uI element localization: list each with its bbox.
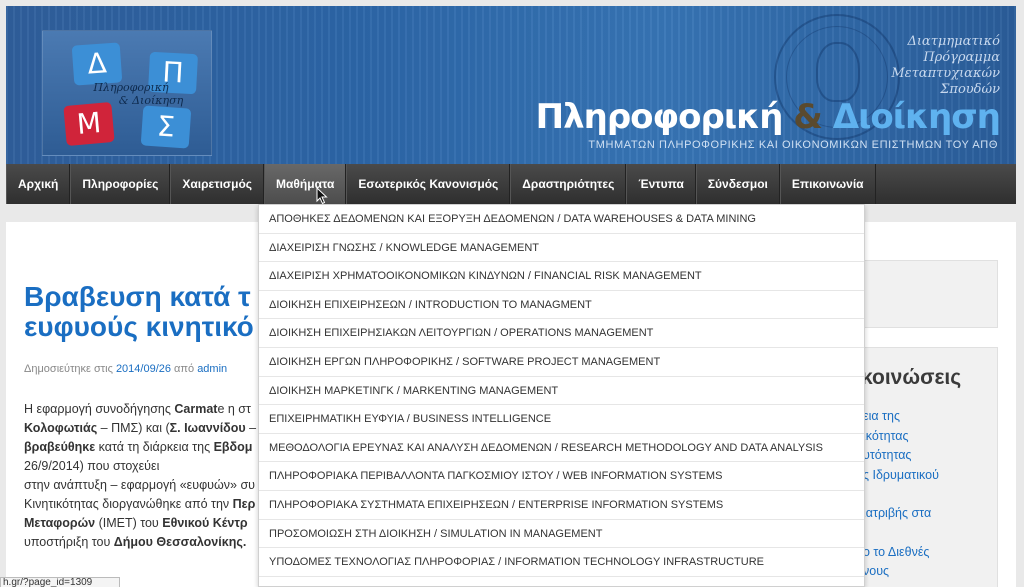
dropdown-item[interactable]: ΔΙΟΙΚΗΣΗ ΕΡΓΩΝ ΠΛΗΡΟΦΟΡΙΚΗΣ / SOFTWARE P… (259, 348, 864, 377)
post-paragraph-line: βραβεύθηκε κατά τη διάρκεια της Εβδομ (24, 440, 253, 454)
post-paragraph-line: Η εφαρμογή συνοδήγησης Carmate η στ (24, 402, 251, 416)
dropdown-item[interactable]: ΜΕΘΟΔΟΛΟΓΙΑ ΕΡΕΥΝΑΣ ΚΑΙ ΑΝΑΛΥΣΗ ΔΕΔΟΜΕΝΩ… (259, 434, 864, 463)
dropdown-item[interactable]: ΑΠΟΘΗΚΕΣ ΔΕΔΟΜΕΝΩΝ ΚΑΙ ΕΞΟΡΥΞΗ ΔΕΔΟΜΕΝΩΝ… (259, 205, 864, 234)
post-paragraph-line: υποστήριξη του Δήμου Θεσσαλονίκης. (24, 535, 247, 549)
dropdown-item[interactable]: ΠΡΟΣΟΜΟΙΩΣΗ ΣΤΗ ΔΙΟΙΚΗΣΗ / SIMULATION IN… (259, 520, 864, 549)
site-subtitle: ΤΜΗΜΑΤΩΝ ΠΛΗΡΟΦΟΡΙΚΗΣ ΚΑΙ ΟΙΚΟΝΟΜΙΚΩΝ ΕΠ… (588, 139, 998, 151)
logo-caption-line: & Διοίκηση (118, 94, 184, 107)
sidebar-widget (858, 260, 998, 328)
post-title-line[interactable]: ευφυούς κινητικό (24, 312, 269, 342)
post-meta: Δημοσιεύτηκε στις 2014/09/26 από admin (24, 363, 227, 375)
post-meta-prefix: Δημοσιεύτηκε στις (24, 363, 116, 375)
nav-item-activities[interactable]: Δραστηριότητες (510, 164, 627, 204)
post-paragraph-line: Κινητικότητας διοργανώθηκε από την Περ (24, 497, 256, 511)
site-logo[interactable]: Δ Π Μ Σ Πληροφορική & Διοίκηση (42, 30, 212, 156)
announcements-widget: κοινώσεις εια της ικότητας υτότητας ς Ιδ… (858, 347, 998, 587)
site-title: Πληροφορική & Διοίκηση (535, 97, 1001, 137)
nav-item-links[interactable]: Σύνδεσμοι (695, 164, 780, 204)
post-paragraph-line: στην ανάπτυξη – εφαρμογή «ευφυών» συ (24, 478, 256, 492)
post-title[interactable]: Βραβευση κατά τ ευφυούς κινητικό (24, 282, 269, 342)
nav-item-info[interactable]: Πληροφορίες (70, 164, 171, 204)
nav-item-regulations[interactable]: Εσωτερικός Κανονισμός (346, 164, 511, 204)
logo-caption-line: Πληροφορική (93, 81, 169, 94)
announcement-link[interactable]: ιατριβής στα (863, 504, 939, 524)
dropdown-item[interactable]: ΧΡΗΜΑΤΟΟΙΚΟΝΟΜΙΚΗ ΑΝΑΛΥΣΗ ΚΑΙ ΘΕΩΡΙΑ ΧΑΡ… (259, 577, 864, 586)
logo-caption: Πληροφορική & Διοίκηση (61, 81, 201, 107)
dropdown-item[interactable]: ΔΙΟΙΚΗΣΗ ΕΠΙΧΕΙΡΗΣΙΑΚΩΝ ΛΕΙΤΟΥΡΓΙΩΝ / OP… (259, 319, 864, 348)
courses-dropdown-menu: ΑΠΟΘΗΚΕΣ ΔΕΔΟΜΕΝΩΝ ΚΑΙ ΕΞΟΡΥΞΗ ΔΕΔΟΜΕΝΩΝ… (258, 204, 865, 587)
site-title-word: Διοίκηση (832, 97, 1001, 137)
post-author-link[interactable]: admin (197, 363, 227, 375)
post-paragraph-line: 26/9/2014) που στοχεύει (24, 459, 160, 473)
program-line: Σπουδών (940, 82, 1000, 97)
announcement-link[interactable]: εια της (863, 407, 939, 427)
nav-item-contact[interactable]: Επικοινωνία (779, 164, 876, 204)
program-line: Διατμηματικό (907, 34, 1000, 49)
dropdown-item[interactable]: ΔΙΑΧΕΙΡΙΣΗ ΓΝΩΣΗΣ / KNOWLEDGE MANAGEMENT (259, 234, 864, 263)
dropdown-item[interactable]: ΠΛΗΡΟΦΟΡΙΑΚΑ ΠΕΡΙΒΑΛΛΟΝΤΑ ΠΑΓΚΟΣΜΙΟΥ ΙΣΤ… (259, 462, 864, 491)
site-title-word: Πληροφορική (535, 97, 784, 137)
post-body: Η εφαρμογή συνοδήγησης Carmate η στ Κολο… (24, 400, 274, 552)
seal-face (816, 42, 860, 102)
dropdown-item[interactable]: ΔΙΟΙΚΗΣΗ ΜΑΡΚΕΤΙΝΓΚ / MARKENTING MANAGEM… (259, 377, 864, 406)
program-line: Μεταπτυχιακών (891, 66, 1000, 81)
site-title-amp: & (782, 97, 833, 137)
program-line: Πρόγραμμα (923, 50, 1000, 65)
announcement-links: εια της ικότητας υτότητας ς Ιδρυματικού … (863, 407, 939, 582)
post-date-link[interactable]: 2014/09/26 (116, 363, 171, 375)
logo-tile: Μ (63, 101, 115, 147)
announcement-link[interactable]: ικότητας (863, 427, 939, 447)
post-paragraph-line: Κολοφωτιάς – ΠΜΣ) και (Σ. Ιωαννίδου – (24, 421, 257, 435)
logo-tile: Δ (71, 42, 123, 86)
browser-status-bar: h.gr/?page_id=1309 (0, 577, 120, 587)
post-meta-by: από (171, 363, 198, 375)
widget-title: κοινώσεις (861, 366, 962, 389)
announcement-link[interactable]: νους (863, 562, 939, 582)
dropdown-item[interactable]: ΥΠΟΔΟΜΕΣ ΤΕΧΝΟΛΟΓΙΑΣ ΠΛΗΡΟΦΟΡΙΑΣ / INFOR… (259, 548, 864, 577)
announcement-link[interactable]: υτότητας (863, 446, 939, 466)
program-description: Διατμηματικό Πρόγραμμα Μεταπτυχιακών Σπο… (891, 34, 1000, 98)
site-header: Δ Π Μ Σ Πληροφορική & Διοίκηση Διατμηματ… (6, 6, 1016, 164)
post-paragraph-line: Μεταφορών (ΙΜΕΤ) του Εθνικού Κέντρ (24, 516, 248, 530)
dropdown-item[interactable]: ΔΙΟΙΚΗΣΗ ΕΠΙΧΕΙΡΗΣΕΩΝ / INTRODUCTION TO … (259, 291, 864, 320)
nav-item-forms[interactable]: Έντυπα (626, 164, 696, 204)
main-navigation: Αρχική Πληροφορίες Χαιρετισμός Μαθήματα … (6, 164, 1016, 204)
nav-item-home[interactable]: Αρχική (6, 164, 71, 204)
dropdown-item[interactable]: ΠΛΗΡΟΦΟΡΙΑΚΑ ΣΥΣΤΗΜΑΤΑ ΕΠΙΧΕΙΡΗΣΕΩΝ / EN… (259, 491, 864, 520)
dropdown-item[interactable]: ΔΙΑΧΕΙΡΙΣΗ ΧΡΗΜΑΤΟΟΙΚΟΝΟΜΙΚΩΝ ΚΙΝΔΥΝΩΝ /… (259, 262, 864, 291)
dropdown-item[interactable]: ΕΠΙΧΕΙΡΗΜΑΤΙΚΗ ΕΥΦΥΙΑ / BUSINESS INTELLI… (259, 405, 864, 434)
announcement-link[interactable]: ο το Διεθνές (863, 543, 939, 563)
announcement-link[interactable]: ς Ιδρυματικού (863, 466, 939, 486)
nav-item-welcome[interactable]: Χαιρετισμός (170, 164, 265, 204)
mouse-pointer-icon (316, 187, 328, 205)
nav-item-courses[interactable]: Μαθήματα (264, 164, 347, 204)
post-title-line[interactable]: Βραβευση κατά τ (24, 282, 269, 312)
logo-tile: Σ (140, 105, 192, 149)
